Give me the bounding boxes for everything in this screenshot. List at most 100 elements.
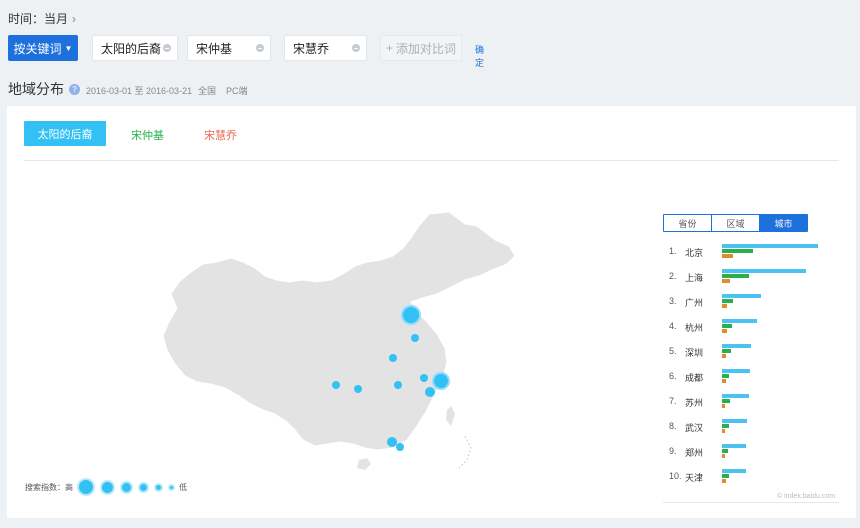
platform-label: PC端 <box>226 86 248 96</box>
city-name: 广州 <box>685 298 704 308</box>
rank-number: 8. <box>669 421 677 431</box>
bar-keyword-3 <box>722 479 726 483</box>
ranking-row: 2. 上海 <box>663 262 839 287</box>
bar-keyword-3 <box>722 379 726 383</box>
help-icon[interactable]: ? <box>69 83 80 95</box>
keyword-chip-label: 宋慧乔 <box>293 41 330 56</box>
ranking-row: 4. 杭州 <box>663 312 839 337</box>
bar-keyword-3 <box>722 304 727 308</box>
ranking-row: 7. 苏州 <box>663 387 839 412</box>
keyword-chip-label: 太阳的后裔 <box>101 41 162 56</box>
taiwan-island <box>446 406 455 426</box>
legend-dot <box>102 481 113 493</box>
tab-keyword-3[interactable]: 宋慧乔 <box>204 127 237 143</box>
rank-number: 2. <box>669 271 677 281</box>
bar-keyword-2 <box>722 449 728 453</box>
city-name: 郑州 <box>685 448 704 458</box>
city-ranking: 1. 北京 2. 上海 3. 广州 4. 杭州 5. 深圳 6. 成都 7. 苏州 8. 武汉 9. 郑州 10. 天… <box>663 237 839 487</box>
hotspot-tianjin <box>411 334 419 342</box>
hotspot-shenzhen <box>396 443 404 451</box>
time-filter[interactable]: 时间：当月 › <box>8 10 76 27</box>
bar-keyword-2 <box>722 399 730 403</box>
city-name: 苏州 <box>685 398 704 408</box>
toggle-province[interactable]: 省份 <box>664 215 711 231</box>
bar-keyword-1 <box>722 244 818 248</box>
add-compare-keyword-button[interactable]: + 添加对比词 <box>380 35 462 61</box>
bar-keyword-1 <box>722 319 757 323</box>
city-name: 深圳 <box>685 348 704 358</box>
city-name: 杭州 <box>685 323 704 333</box>
ranking-row: 8. 武汉 <box>663 412 839 437</box>
tab-keyword-1[interactable]: 太阳的后裔 <box>24 121 106 146</box>
rank-number: 1. <box>669 246 677 256</box>
add-compare-label: 添加对比词 <box>396 41 457 56</box>
section-title-text: 地域分布 <box>8 81 64 97</box>
city-name: 北京 <box>685 248 704 258</box>
bar-keyword-1 <box>722 394 749 398</box>
city-name: 武汉 <box>685 423 704 433</box>
bar-keyword-1 <box>722 294 761 298</box>
city-name: 上海 <box>685 273 704 283</box>
bar-keyword-2 <box>722 374 729 378</box>
rank-number: 7. <box>669 396 677 406</box>
toggle-area[interactable]: 区域 <box>711 215 759 231</box>
rank-number: 9. <box>669 446 677 456</box>
ranking-row: 3. 广州 <box>663 287 839 312</box>
rank-number: 3. <box>669 296 677 306</box>
city-name: 天津 <box>685 473 704 483</box>
bar-keyword-1 <box>722 344 751 348</box>
bar-keyword-2 <box>722 299 733 303</box>
ranking-row: 5. 深圳 <box>663 337 839 362</box>
bar-keyword-1 <box>722 419 747 423</box>
legend-low-label: 低 <box>179 482 187 492</box>
hotspot-shanghai <box>432 372 450 390</box>
remove-icon[interactable] <box>352 44 360 52</box>
bar-keyword-3 <box>722 354 726 358</box>
caret-down-icon: ▼ <box>64 43 73 53</box>
hotspot-nanjing <box>420 374 428 382</box>
city-name: 成都 <box>685 373 704 383</box>
hotspot-chongqing <box>354 385 362 393</box>
china-map <box>162 211 516 470</box>
rank-number: 6. <box>669 371 677 381</box>
legend-dot <box>156 484 161 490</box>
rank-number: 10. <box>669 471 682 481</box>
remove-icon[interactable] <box>163 44 171 52</box>
scope-label: 全国 <box>198 86 217 96</box>
keyword-chip[interactable]: 宋慧乔 <box>284 35 367 61</box>
date-range: 2016-03-01 至 2016-03-21 <box>86 86 193 96</box>
plus-icon: + <box>385 41 393 55</box>
bar-keyword-3 <box>722 254 733 258</box>
rank-number: 5. <box>669 346 677 356</box>
bar-keyword-2 <box>722 249 753 253</box>
tab-keyword-2[interactable]: 宋仲基 <box>131 127 164 143</box>
watermark: © index.baidu.com <box>777 493 836 500</box>
bar-keyword-3 <box>722 429 725 433</box>
legend-dot <box>170 485 173 489</box>
bar-keyword-2 <box>722 474 729 478</box>
hotspot-beijing <box>401 305 421 325</box>
ranking-row: 10. 天津 <box>663 462 839 487</box>
ranking-row: 1. 北京 <box>663 237 839 262</box>
region-panel: 太阳的后裔 宋仲基 宋慧乔 搜索指数：高 低 省份 区域 城市 1. 北京 2. 上海… <box>7 106 856 518</box>
confirm-link[interactable]: 确定 <box>475 43 484 69</box>
section-title: 地域分布? <box>8 79 80 99</box>
keyword-mode-label: 按关键词 <box>13 41 62 56</box>
remove-icon[interactable] <box>256 44 264 52</box>
keyword-chip[interactable]: 宋仲基 <box>187 35 271 61</box>
divider <box>663 502 839 503</box>
hotspot-hangzhou <box>425 387 435 397</box>
toggle-city[interactable]: 城市 <box>759 215 807 231</box>
divider <box>24 160 839 161</box>
hotspot-chengdu <box>332 381 340 389</box>
ranking-row: 6. 成都 <box>663 362 839 387</box>
region-type-toggle: 省份 区域 城市 <box>663 214 808 232</box>
bar-keyword-1 <box>722 269 806 273</box>
south-sea-islands <box>458 435 472 469</box>
chevron-right-icon: › <box>72 12 77 26</box>
bar-keyword-1 <box>722 444 746 448</box>
keyword-mode-button[interactable]: 按关键词 ▼ <box>8 35 78 61</box>
bar-keyword-3 <box>722 279 730 283</box>
legend-dot <box>122 482 131 492</box>
keyword-chip[interactable]: 太阳的后裔 <box>92 35 178 61</box>
